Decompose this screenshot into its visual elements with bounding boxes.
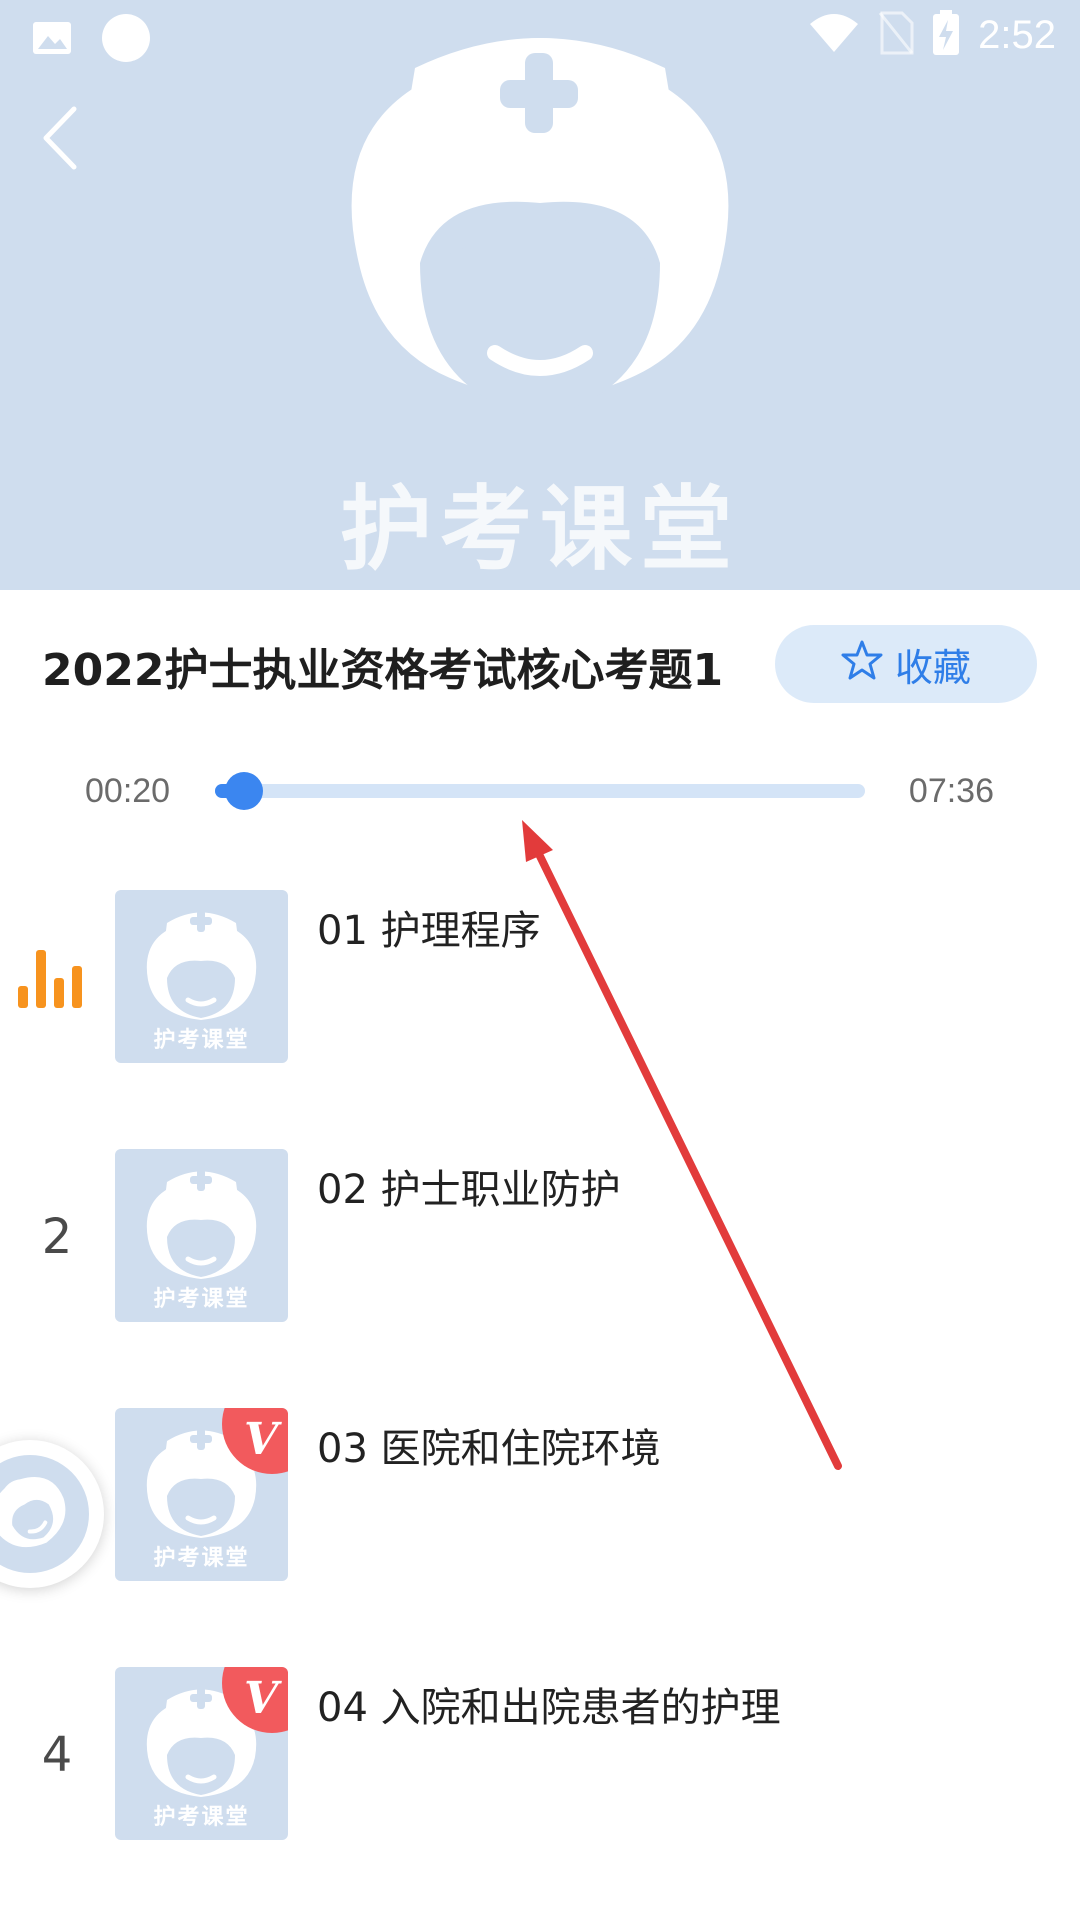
vip-badge-label: V (244, 1414, 279, 1465)
lesson-item[interactable]: 4 护考课堂 V 04 入院和出院患者的护理 (0, 1667, 1080, 1926)
lesson-index: 4 (41, 1727, 73, 1783)
lesson-item[interactable]: 护考课堂 V 03 医院和住院环境 (0, 1408, 1080, 1667)
lesson-list: 护考课堂 01 护理程序 2 护考课堂 02 护士职业防护 护考课堂 V 03 … (0, 890, 1080, 1926)
vip-badge-label: V (244, 1673, 279, 1724)
image-icon (32, 21, 72, 59)
track-title: 2022护士执业资格考试核心考题1 (42, 645, 724, 696)
progress-thumb[interactable] (224, 772, 263, 810)
lesson-title: 04 入院和出院患者的护理 (317, 1685, 781, 1731)
total-time: 07:36 (908, 772, 994, 810)
status-time: 2:52 (978, 12, 1056, 57)
lesson-thumbnail: 护考课堂 V (115, 1667, 288, 1840)
favorite-button[interactable]: 收藏 (775, 625, 1037, 703)
thumbnail-brand: 护考课堂 (153, 1287, 250, 1312)
chevron-left-icon (40, 105, 80, 175)
lesson-item[interactable]: 2 护考课堂 02 护士职业防护 (0, 1149, 1080, 1408)
thumbnail-brand: 护考课堂 (153, 1028, 250, 1053)
lesson-index: 2 (41, 1209, 73, 1265)
lesson-item[interactable]: 护考课堂 01 护理程序 (0, 890, 1080, 1149)
circle-icon (102, 14, 150, 66)
thumbnail-brand: 护考课堂 (153, 1546, 250, 1571)
lesson-title: 01 护理程序 (317, 908, 541, 954)
audio-progress: 00:20 07:36 (0, 760, 1080, 820)
lesson-thumbnail: 护考课堂 V (115, 1408, 288, 1581)
lesson-title: 02 护士职业防护 (317, 1167, 621, 1213)
brand-text: 护考课堂 (339, 476, 740, 583)
playing-bars-icon (16, 946, 86, 1014)
current-time: 00:20 (85, 772, 171, 810)
lesson-thumbnail: 护考课堂 (115, 890, 288, 1063)
mini-player-icon (0, 1455, 89, 1573)
lesson-title: 03 医院和住院环境 (317, 1426, 661, 1472)
wifi-icon (808, 12, 860, 58)
no-sim-icon (878, 11, 914, 59)
thumbnail-brand: 护考课堂 (153, 1805, 250, 1830)
lesson-thumbnail: 护考课堂 (115, 1149, 288, 1322)
back-button[interactable] (30, 100, 90, 180)
favorite-label: 收藏 (894, 645, 971, 690)
header-banner: 2:52 护考课堂 (0, 0, 1080, 590)
battery-charging-icon (932, 10, 960, 60)
star-outline-icon (841, 639, 883, 690)
nurse-logo-icon (330, 18, 750, 452)
progress-slider[interactable] (215, 772, 865, 810)
track-header: 2022护士执业资格考试核心考题1 收藏 (0, 590, 1080, 740)
